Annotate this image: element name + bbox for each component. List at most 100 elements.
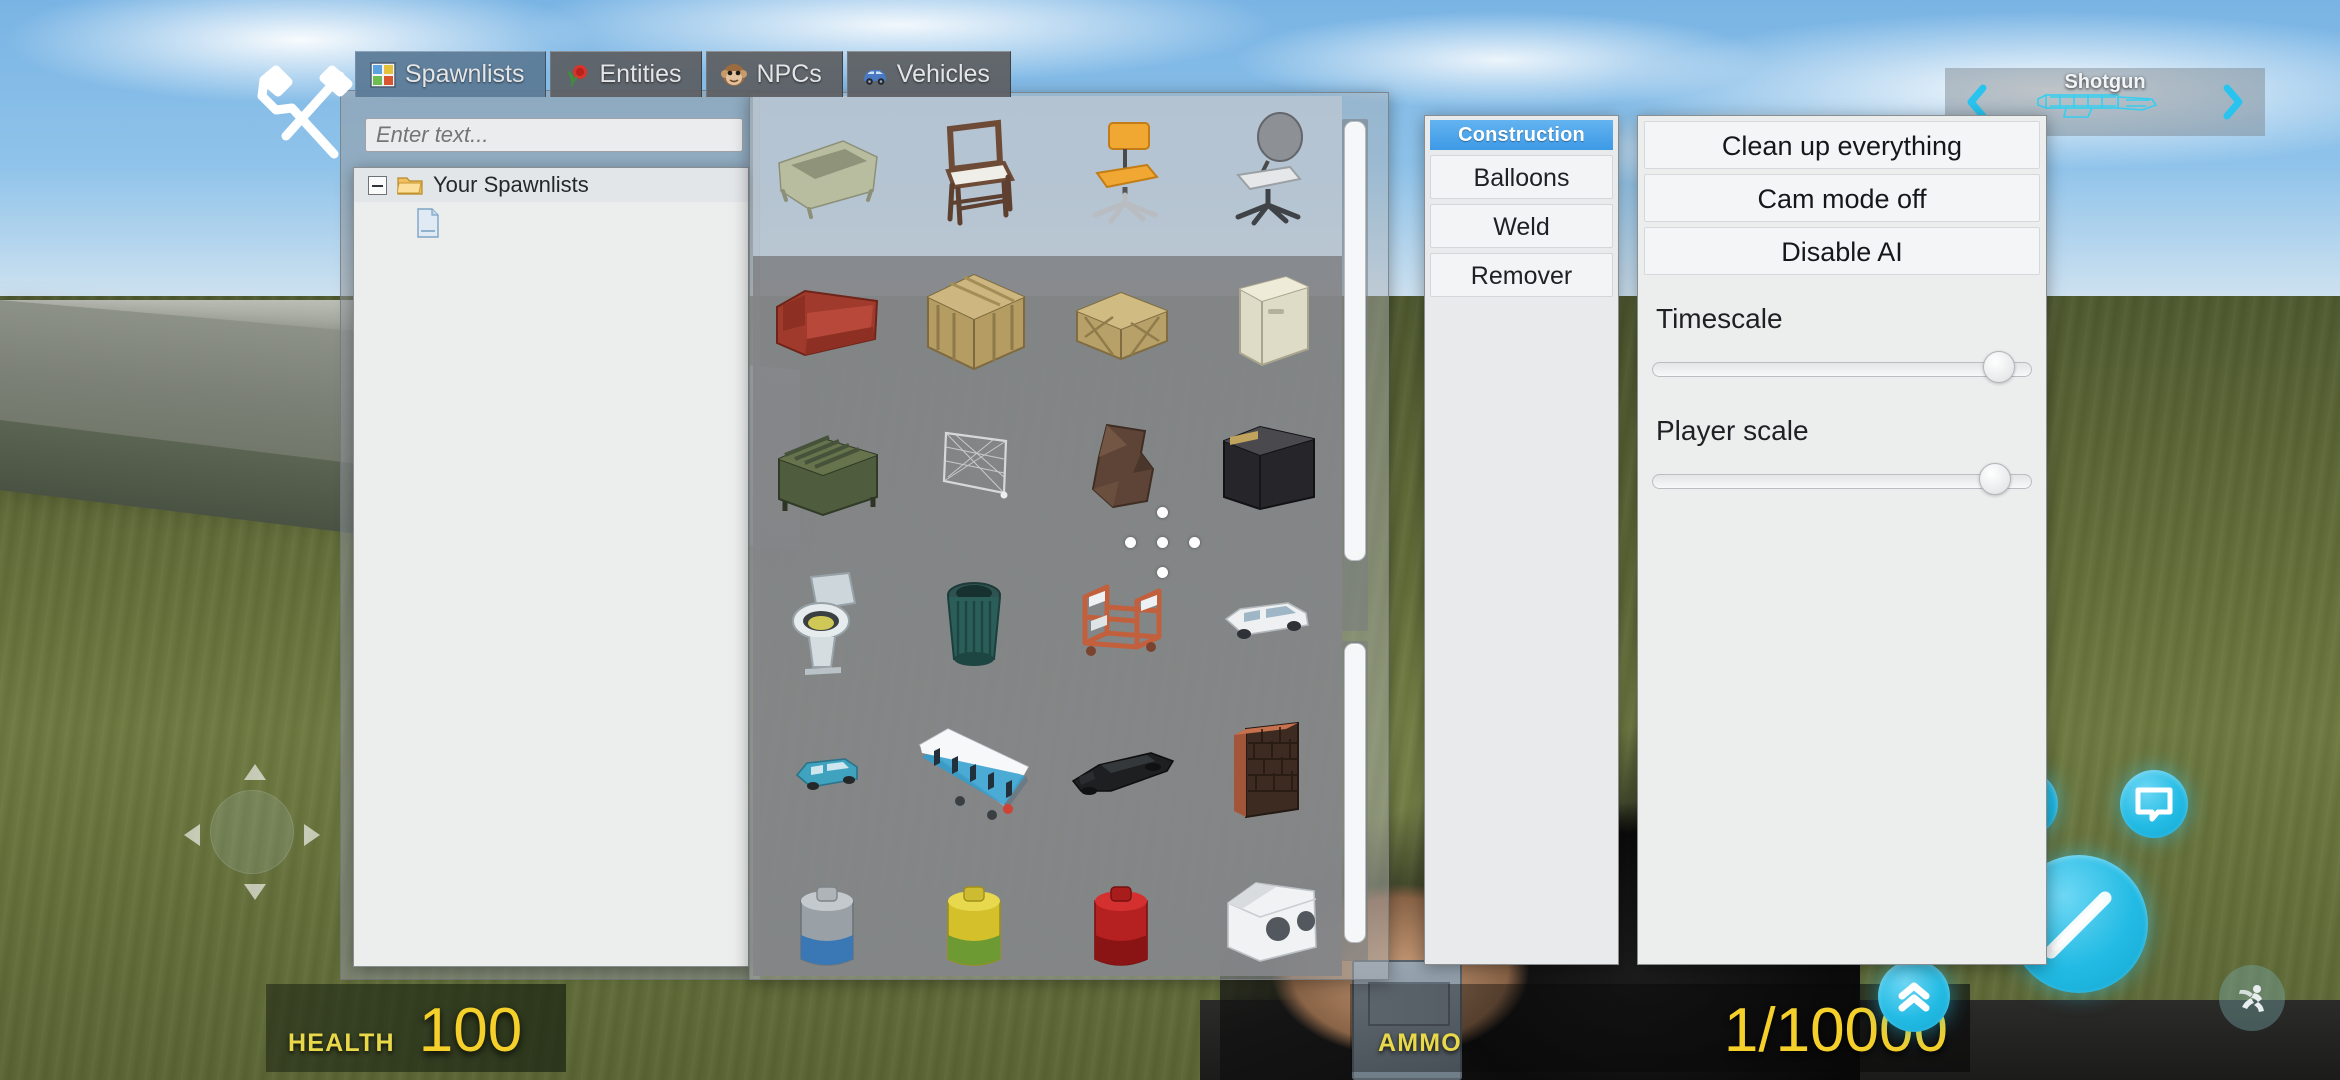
large-wooden-crate-icon — [926, 273, 1025, 371]
black-suitcase-icon — [1223, 425, 1316, 511]
grid-scrollbar-track-upper[interactable] — [1342, 119, 1368, 631]
dpad-down-arrow-icon[interactable] — [244, 884, 266, 900]
spawn-item-filing-cabinet[interactable] — [1195, 246, 1342, 396]
tab-label: Spawnlists — [405, 60, 525, 88]
black-car-chassis-icon — [1071, 752, 1175, 795]
movement-dpad[interactable] — [182, 762, 322, 902]
brick-wall-icon — [1234, 721, 1300, 819]
spawn-item-trash-can[interactable] — [900, 546, 1047, 696]
grid-scrollbar-thumb-upper[interactable] — [1344, 121, 1366, 561]
folder-icon — [397, 177, 423, 195]
monkey-head-icon — [721, 63, 748, 86]
wire-fence-icon — [942, 431, 1008, 499]
tool-item-balloons[interactable]: Balloons — [1430, 155, 1613, 199]
tree-node-your-spawnlists[interactable]: Your Spawnlists — [354, 168, 748, 202]
spawn-item-white-prop[interactable] — [1195, 846, 1342, 979]
noclip-button[interactable] — [2219, 965, 2285, 1031]
spawn-item-small-crate[interactable] — [1048, 246, 1195, 396]
dpad-center-knob[interactable] — [210, 790, 294, 874]
jeep-car-icon — [863, 69, 886, 85]
dpad-left-arrow-icon[interactable] — [184, 824, 200, 846]
timescale-slider-knob[interactable] — [1982, 351, 2015, 383]
small-blue-car-icon — [795, 758, 858, 790]
spawn-item-white-van[interactable] — [1195, 546, 1342, 696]
grid-swatch-icon — [370, 61, 396, 88]
spawn-item-brick-wall[interactable] — [1195, 696, 1342, 846]
flying-person-icon — [2239, 985, 2264, 1012]
white-van-icon — [1225, 602, 1310, 639]
disable-ai-button[interactable]: Disable AI — [1644, 227, 2040, 275]
player-scale-label: Player scale — [1656, 415, 1809, 446]
dpad-up-arrow-icon[interactable] — [244, 764, 266, 780]
spawn-item-orange-office-chair[interactable] — [1048, 96, 1195, 246]
chat-bubble-icon — [2135, 787, 2173, 822]
spawn-item-large-crate[interactable] — [900, 246, 1047, 396]
spawn-icon-grid — [753, 96, 1342, 976]
spawn-item-metal-cart[interactable] — [1048, 546, 1195, 696]
yellow-gas-canister-icon — [947, 886, 1001, 966]
tree-child-item[interactable] — [354, 202, 748, 244]
weapon-name: Shotgun — [2064, 71, 2146, 93]
jump-button[interactable] — [1878, 960, 1950, 1032]
timescale-label: Timescale — [1656, 303, 1783, 334]
chat-button[interactable] — [2120, 770, 2188, 838]
ammo-label: AMMO — [1378, 1029, 1462, 1057]
spawn-item-grey-office-chair[interactable] — [1195, 96, 1342, 246]
tree-node-label: Your Spawnlists — [433, 172, 589, 197]
toilet-icon — [791, 571, 856, 675]
tab-entities[interactable]: Entities — [549, 51, 703, 97]
blue-gas-canister-icon — [799, 886, 854, 966]
player-scale-slider-knob[interactable] — [1979, 463, 2012, 495]
spawn-item-yellow-canister[interactable] — [900, 846, 1047, 979]
grid-scrollbar-thumb-lower[interactable] — [1344, 643, 1366, 943]
trash-can-icon — [946, 582, 1001, 666]
tab-label: Vehicles — [896, 60, 990, 88]
spawn-item-red-canister[interactable] — [1048, 846, 1195, 979]
spawn-item-car-chassis[interactable] — [1048, 696, 1195, 846]
spawn-icon-grid-panel — [749, 92, 1389, 980]
document-icon — [417, 208, 439, 238]
health-label: HEALTH — [288, 1029, 395, 1057]
spawn-item-blue-car[interactable] — [753, 696, 900, 846]
tool-item-weld[interactable]: Weld — [1430, 204, 1613, 248]
tab-vehicles[interactable]: Vehicles — [846, 51, 1011, 97]
tab-label: Entities — [599, 60, 682, 88]
tab-spawnlists[interactable]: Spawnlists — [355, 51, 546, 97]
timescale-slider[interactable] — [1652, 351, 2032, 387]
spawn-item-bathtub[interactable] — [753, 96, 900, 246]
green-dumpster-icon — [777, 435, 878, 517]
spawn-item-dumpster[interactable] — [753, 396, 900, 546]
red-sofa-icon — [775, 289, 878, 357]
spawn-item-wire-fence[interactable] — [900, 396, 1047, 546]
dpad-right-arrow-icon[interactable] — [304, 824, 320, 846]
search-input[interactable] — [365, 118, 743, 152]
health-hud: HEALTH 100 — [266, 984, 566, 1072]
timescale-slider-track — [1652, 362, 2032, 377]
tool-item-remover[interactable]: Remover — [1430, 253, 1613, 297]
wooden-chair-icon — [945, 119, 1015, 226]
spawn-item-red-sofa[interactable] — [753, 246, 900, 396]
spawn-item-suitcase[interactable] — [1195, 396, 1342, 546]
filing-cabinet-icon — [1239, 275, 1310, 367]
cam-mode-toggle-button[interactable]: Cam mode off — [1644, 174, 2040, 222]
player-scale-slider[interactable] — [1652, 463, 2032, 499]
red-gas-canister-icon — [1094, 886, 1148, 966]
spawn-item-wooden-chair[interactable] — [900, 96, 1047, 246]
white-machine-prop-icon — [1227, 882, 1318, 962]
ammo-hud: AMMO 1/10000 — [1350, 984, 1970, 1072]
spawn-menu-tabbar: Spawnlists Entities NPCs Vehicles — [355, 51, 1011, 97]
spawn-item-train-carriage[interactable] — [900, 696, 1047, 846]
clean-up-everything-button[interactable]: Clean up everything — [1644, 121, 2040, 169]
spawn-item-blue-canister[interactable] — [753, 846, 900, 979]
tab-npcs[interactable]: NPCs — [706, 51, 843, 97]
tool-category-list: Construction Balloons Weld Remover — [1424, 115, 1619, 965]
spawn-item-toilet[interactable] — [753, 546, 900, 696]
metal-cart-icon — [1082, 584, 1162, 656]
grid-scrollbar-track-lower[interactable] — [1342, 641, 1368, 961]
brown-boulder-icon — [1092, 423, 1155, 509]
collapse-expander-icon[interactable] — [368, 175, 387, 195]
spawn-item-boulder[interactable] — [1048, 396, 1195, 546]
tool-category-construction[interactable]: Construction — [1430, 120, 1613, 150]
tab-label: NPCs — [756, 60, 822, 88]
grey-office-chair-icon — [1235, 112, 1304, 226]
